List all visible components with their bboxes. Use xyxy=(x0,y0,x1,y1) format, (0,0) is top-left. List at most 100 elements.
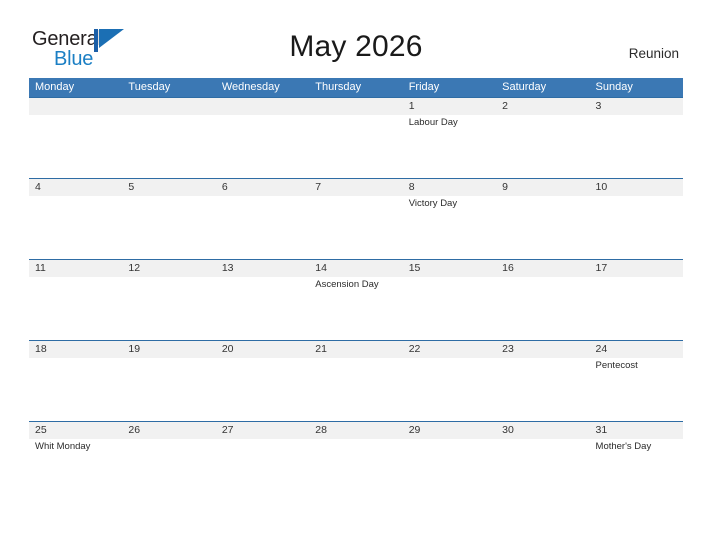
day-cell[interactable] xyxy=(216,115,309,178)
week-row: 11 12 13 14 15 16 17 Ascension Day xyxy=(29,259,683,340)
day-cell[interactable] xyxy=(29,196,122,259)
day-cell[interactable] xyxy=(122,196,215,259)
day-cell[interactable] xyxy=(122,115,215,178)
event-label: Victory Day xyxy=(408,198,458,209)
week-row: 4 5 6 7 8 9 10 Victory Day xyxy=(29,178,683,259)
dow-header-saturday: Saturday xyxy=(502,81,547,93)
day-number[interactable]: 12 xyxy=(122,260,215,277)
day-cell[interactable] xyxy=(496,358,589,421)
dow-header-thursday: Thursday xyxy=(315,81,362,93)
day-cell[interactable] xyxy=(590,196,683,259)
day-number[interactable]: 10 xyxy=(590,179,683,196)
day-cell[interactable] xyxy=(122,277,215,340)
day-of-week-header-row: Monday Tuesday Wednesday Thursday Friday… xyxy=(29,78,683,97)
day-cell[interactable]: Mother's Day xyxy=(590,439,683,502)
week-date-strip: 4 5 6 7 8 9 10 xyxy=(29,179,683,196)
event-label: Whit Monday xyxy=(35,441,91,452)
day-cell[interactable] xyxy=(309,115,402,178)
day-number[interactable]: 1 xyxy=(403,98,496,115)
day-cell[interactable]: Whit Monday xyxy=(29,439,122,502)
day-cell[interactable] xyxy=(309,439,402,502)
dow-header-wednesday: Wednesday xyxy=(221,81,280,93)
day-cell[interactable] xyxy=(216,358,309,421)
dow-header-friday: Friday xyxy=(408,81,440,93)
day-number[interactable] xyxy=(29,98,122,115)
day-cell[interactable] xyxy=(496,277,589,340)
week-event-strip: Ascension Day xyxy=(29,277,683,340)
day-cell[interactable] xyxy=(216,277,309,340)
day-number[interactable]: 29 xyxy=(403,422,496,439)
day-number[interactable]: 5 xyxy=(122,179,215,196)
day-number[interactable]: 18 xyxy=(29,341,122,358)
week-date-strip: 1 2 3 xyxy=(29,98,683,115)
week-row: 25 26 27 28 29 30 31 Whit Monday Mother'… xyxy=(29,421,683,502)
day-cell[interactable] xyxy=(496,196,589,259)
day-cell[interactable] xyxy=(403,358,496,421)
day-number[interactable]: 13 xyxy=(216,260,309,277)
day-number[interactable]: 15 xyxy=(403,260,496,277)
day-cell[interactable] xyxy=(29,358,122,421)
week-event-strip: Whit Monday Mother's Day xyxy=(29,439,683,502)
calendar-page: General Blue May 2026 Reunion Monday Tue… xyxy=(0,0,712,550)
day-number[interactable]: 2 xyxy=(496,98,589,115)
day-number[interactable]: 14 xyxy=(309,260,402,277)
day-number[interactable]: 26 xyxy=(122,422,215,439)
day-number[interactable] xyxy=(216,98,309,115)
week-row: 1 2 3 Labour Day xyxy=(29,97,683,178)
week-event-strip: Pentecost xyxy=(29,358,683,421)
day-cell[interactable] xyxy=(122,358,215,421)
event-label: Mother's Day xyxy=(595,441,652,452)
day-number[interactable]: 16 xyxy=(496,260,589,277)
day-cell[interactable] xyxy=(29,115,122,178)
day-number[interactable]: 20 xyxy=(216,341,309,358)
day-cell[interactable]: Labour Day xyxy=(403,115,496,178)
day-number[interactable]: 28 xyxy=(309,422,402,439)
day-number[interactable]: 3 xyxy=(590,98,683,115)
day-cell[interactable]: Pentecost xyxy=(590,358,683,421)
week-date-strip: 11 12 13 14 15 16 17 xyxy=(29,260,683,277)
day-cell[interactable] xyxy=(590,115,683,178)
week-date-strip: 25 26 27 28 29 30 31 xyxy=(29,422,683,439)
day-cell[interactable] xyxy=(309,358,402,421)
week-date-strip: 18 19 20 21 22 23 24 xyxy=(29,341,683,358)
dow-header-monday: Monday xyxy=(35,81,75,93)
event-label: Ascension Day xyxy=(315,279,379,290)
day-cell[interactable] xyxy=(29,277,122,340)
event-label: Labour Day xyxy=(408,117,458,128)
day-number[interactable] xyxy=(122,98,215,115)
day-cell[interactable] xyxy=(122,439,215,502)
day-cell[interactable] xyxy=(403,277,496,340)
page-title: May 2026 xyxy=(289,30,423,63)
day-number[interactable]: 23 xyxy=(496,341,589,358)
day-number[interactable]: 24 xyxy=(590,341,683,358)
day-number[interactable]: 25 xyxy=(29,422,122,439)
day-cell[interactable] xyxy=(403,439,496,502)
day-number[interactable]: 21 xyxy=(309,341,402,358)
day-number[interactable]: 11 xyxy=(29,260,122,277)
day-number[interactable]: 30 xyxy=(496,422,589,439)
day-number[interactable]: 19 xyxy=(122,341,215,358)
day-number[interactable]: 27 xyxy=(216,422,309,439)
day-number[interactable]: 6 xyxy=(216,179,309,196)
day-number[interactable]: 4 xyxy=(29,179,122,196)
day-number[interactable] xyxy=(309,98,402,115)
day-cell[interactable] xyxy=(216,196,309,259)
day-cell[interactable] xyxy=(496,439,589,502)
day-cell[interactable]: Ascension Day xyxy=(309,277,402,340)
day-number[interactable]: 17 xyxy=(590,260,683,277)
day-cell[interactable] xyxy=(590,277,683,340)
day-number[interactable]: 22 xyxy=(403,341,496,358)
day-number[interactable]: 8 xyxy=(403,179,496,196)
week-event-strip: Labour Day xyxy=(29,115,683,178)
calendar-grid: Monday Tuesday Wednesday Thursday Friday… xyxy=(29,78,683,502)
day-cell[interactable]: Victory Day xyxy=(403,196,496,259)
day-number[interactable]: 7 xyxy=(309,179,402,196)
event-label: Pentecost xyxy=(595,360,638,371)
day-cell[interactable] xyxy=(496,115,589,178)
week-row: 18 19 20 21 22 23 24 Pentecost xyxy=(29,340,683,421)
day-cell[interactable] xyxy=(216,439,309,502)
day-cell[interactable] xyxy=(309,196,402,259)
day-number[interactable]: 31 xyxy=(590,422,683,439)
region-label: Reunion xyxy=(628,46,679,61)
day-number[interactable]: 9 xyxy=(496,179,589,196)
